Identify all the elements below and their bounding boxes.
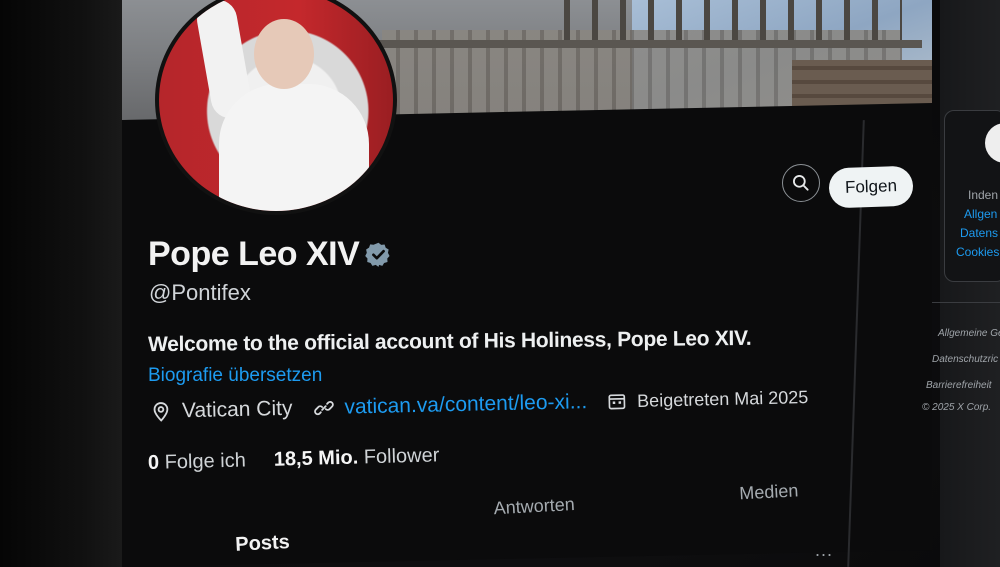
right-sidebar (940, 0, 1000, 567)
sidebar-link-allgemeine[interactable]: Allgen (964, 207, 997, 221)
footer-link-privacy[interactable]: Datenschutzric (932, 354, 998, 365)
display-name: Pope Leo XIV (148, 235, 360, 273)
verified-badge-icon (365, 242, 390, 267)
location-pin-icon (153, 402, 169, 422)
profile-avatar[interactable] (155, 0, 397, 215)
followers-count: 18,5 Mio. (273, 446, 359, 471)
footer-link-accessibility[interactable]: Barrierefreiheit (926, 380, 992, 391)
monitor-bezel (0, 0, 122, 567)
calendar-icon (608, 394, 626, 410)
footer-link-terms[interactable]: Allgemeine Ge (938, 328, 1000, 339)
joined-text: Beigetreten Mai 2025 (636, 386, 809, 411)
profile-handle: @Pontifex (149, 280, 251, 305)
footer-copyright: © 2025 X Corp. (922, 402, 992, 413)
joined-date: Beigetreten Mai 2025 (607, 387, 809, 413)
sidebar-button[interactable] (985, 123, 1000, 163)
follow-button[interactable]: Folgen (828, 165, 914, 209)
location: Vatican City (150, 397, 293, 424)
translate-bio-link[interactable]: Biografie übersetzen (148, 365, 322, 387)
followers-label: Follower (363, 444, 440, 469)
sidebar-link-cookies[interactable]: Cookies (956, 245, 999, 259)
sidebar-link-datenschutz[interactable]: Datens (960, 226, 998, 240)
profile-name: Pope Leo XIV (148, 235, 392, 274)
search-icon (793, 175, 809, 191)
tab-posts[interactable]: Posts (235, 531, 291, 557)
following-label: Folge ich (164, 449, 247, 474)
following-stat[interactable]: 0 Folge ich (148, 449, 246, 475)
tab-antworten[interactable]: Antworten (493, 494, 575, 519)
sidebar-text-1: Inden (968, 188, 999, 202)
sidebar-divider (932, 302, 1000, 303)
link-icon (313, 401, 334, 416)
search-profile-button[interactable] (782, 164, 820, 202)
following-count: 0 (147, 451, 160, 474)
followers-stat[interactable]: 18,5 Mio. Follower (273, 444, 439, 471)
location-text: Vatican City (181, 396, 293, 423)
tab-medien[interactable]: Medien (739, 480, 799, 504)
more-options-button[interactable]: ... (815, 540, 833, 561)
